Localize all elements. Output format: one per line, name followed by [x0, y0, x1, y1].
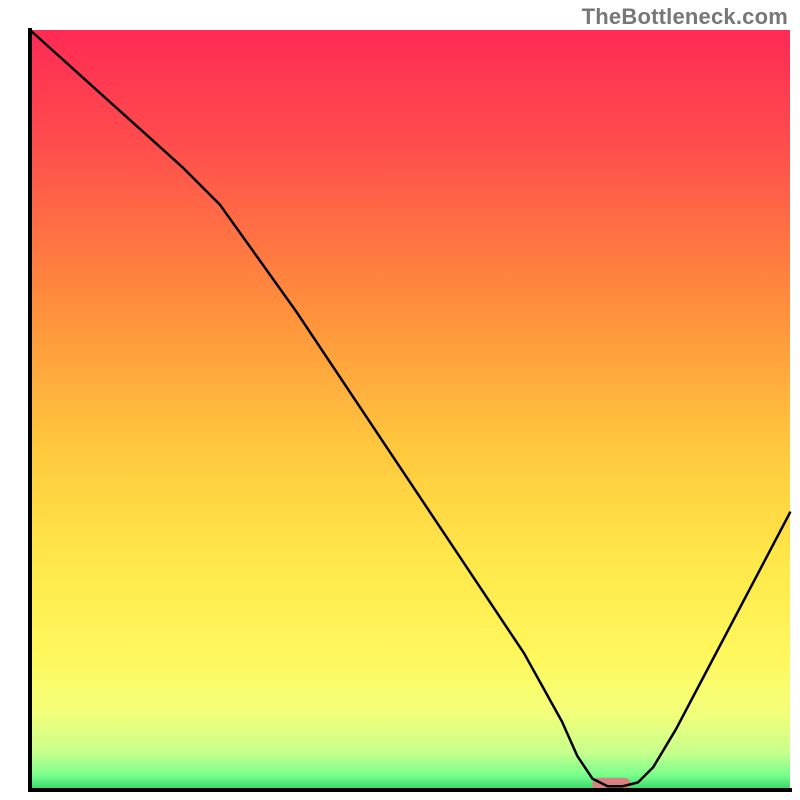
watermark-text: TheBottleneck.com [582, 4, 788, 30]
chart-svg [0, 0, 800, 800]
chart-background [30, 30, 790, 790]
bottleneck-chart: TheBottleneck.com [0, 0, 800, 800]
